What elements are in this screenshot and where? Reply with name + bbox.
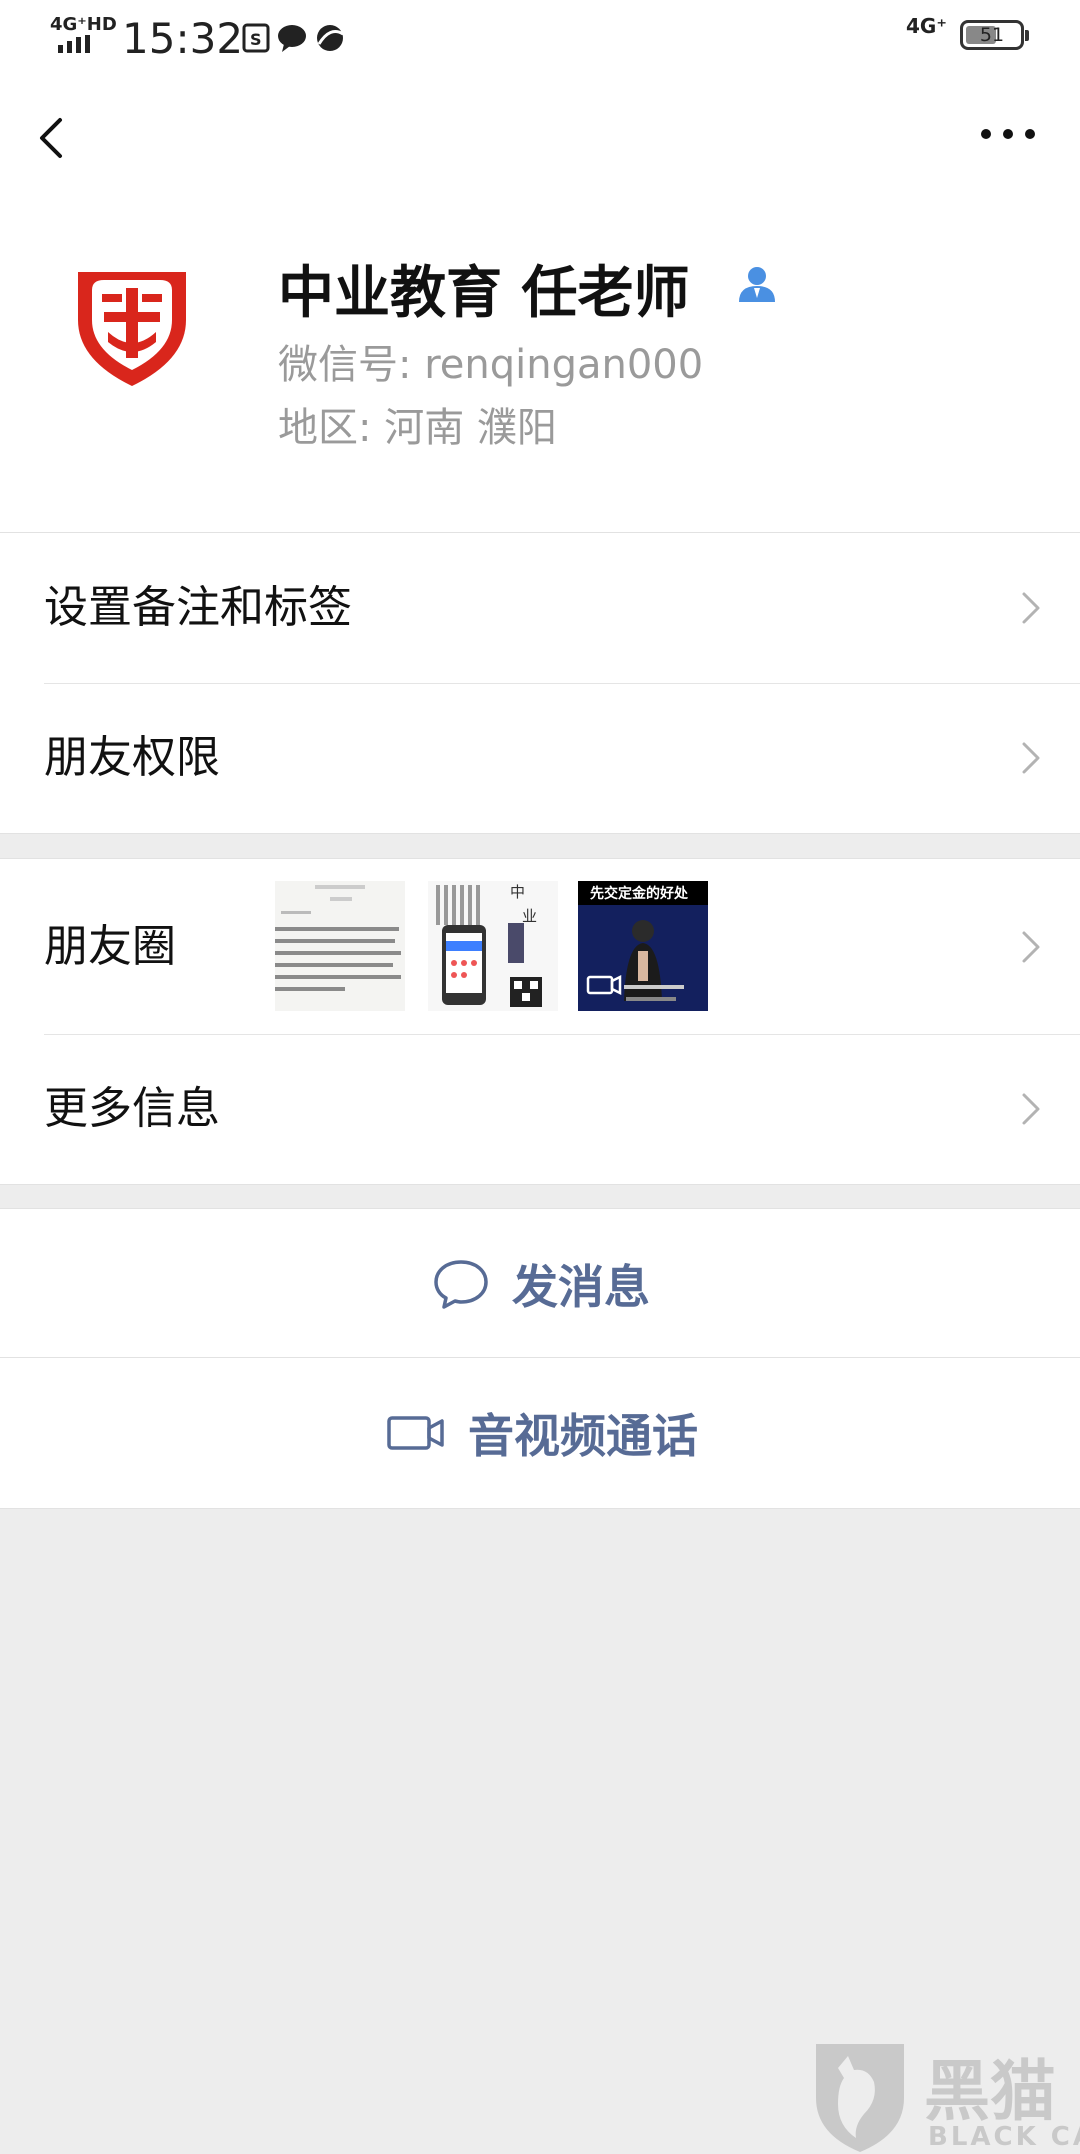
friend-permissions-row[interactable]: 朋友权限 [0, 683, 1080, 833]
set-remark-row[interactable]: 设置备注和标签 [0, 533, 1080, 683]
cat-shield-icon [816, 2044, 904, 2152]
network-indicator-right: 4G⁺ [906, 14, 947, 38]
blackcat-watermark: 黑猫 BLACK CAT [808, 2038, 1080, 2154]
signal-icon [58, 34, 94, 53]
moments-video-thumbnail[interactable]: 先交定金的好处 [578, 881, 708, 1011]
sim-icon: S [242, 23, 270, 53]
moments-label: 朋友圈 [44, 921, 176, 972]
person-badge-icon [735, 262, 779, 310]
school-logo-icon [78, 272, 186, 386]
info-group: 朋友圈 中 业 先交定金的好处 更多信息 [0, 858, 1080, 1185]
browser-icon [317, 25, 344, 51]
contact-name: 中业教育 任老师 [278, 261, 690, 326]
watermark-subtext: BLACK CAT [928, 2122, 1080, 2152]
settings-group: 设置备注和标签 朋友权限 [0, 532, 1080, 834]
more-info-row[interactable]: 更多信息 [0, 1034, 1080, 1184]
send-message-label: 发消息 [512, 1260, 650, 1314]
profile-header: 中业教育 任老师 微信号: renqingan000 地区: 河南 濮阳 [0, 70, 1080, 533]
more-info-label: 更多信息 [44, 1083, 220, 1134]
wechat-id: 微信号: renqingan000 [278, 342, 704, 388]
status-bar: 4G⁺HD 15:32 S 4G⁺ 51 [0, 0, 1080, 70]
chevron-right-icon [1022, 1093, 1040, 1125]
friend-permissions-label: 朋友权限 [44, 732, 220, 783]
chevron-right-icon [1022, 931, 1040, 963]
network-indicator: 4G⁺HD [50, 14, 117, 35]
battery-icon: 51 [960, 20, 1029, 50]
video-call-label: 音视频通话 [468, 1409, 698, 1463]
chevron-left-icon [40, 118, 62, 158]
set-remark-label: 设置备注和标签 [44, 582, 352, 633]
svg-text:业: 业 [522, 907, 537, 925]
chevron-right-icon [1022, 592, 1040, 624]
chevron-right-icon [1022, 742, 1040, 774]
svg-text:中: 中 [510, 883, 525, 901]
video-call-button[interactable]: 音视频通话 [0, 1358, 1080, 1509]
back-button[interactable] [32, 108, 72, 172]
moments-thumbnail[interactable]: 中 业 [428, 881, 558, 1011]
moments-thumbnail[interactable] [275, 881, 405, 1011]
chat-bubble-icon [278, 25, 306, 52]
watermark-text: 黑猫 [924, 2053, 1056, 2130]
more-button[interactable] [978, 124, 1038, 148]
more-dots-icon [981, 129, 1035, 139]
clock: 15:32 [122, 14, 244, 63]
video-caption: 先交定金的好处 [590, 885, 689, 902]
moments-row[interactable]: 朋友圈 中 业 先交定金的好处 [0, 859, 1080, 1034]
svg-text:S: S [250, 30, 262, 49]
video-camera-icon [387, 1416, 444, 1450]
battery-level: 51 [979, 24, 1005, 46]
region: 地区: 河南 濮阳 [278, 405, 557, 451]
avatar[interactable] [62, 250, 202, 390]
chat-bubble-icon [434, 1260, 488, 1309]
send-message-button[interactable]: 发消息 [0, 1208, 1080, 1359]
